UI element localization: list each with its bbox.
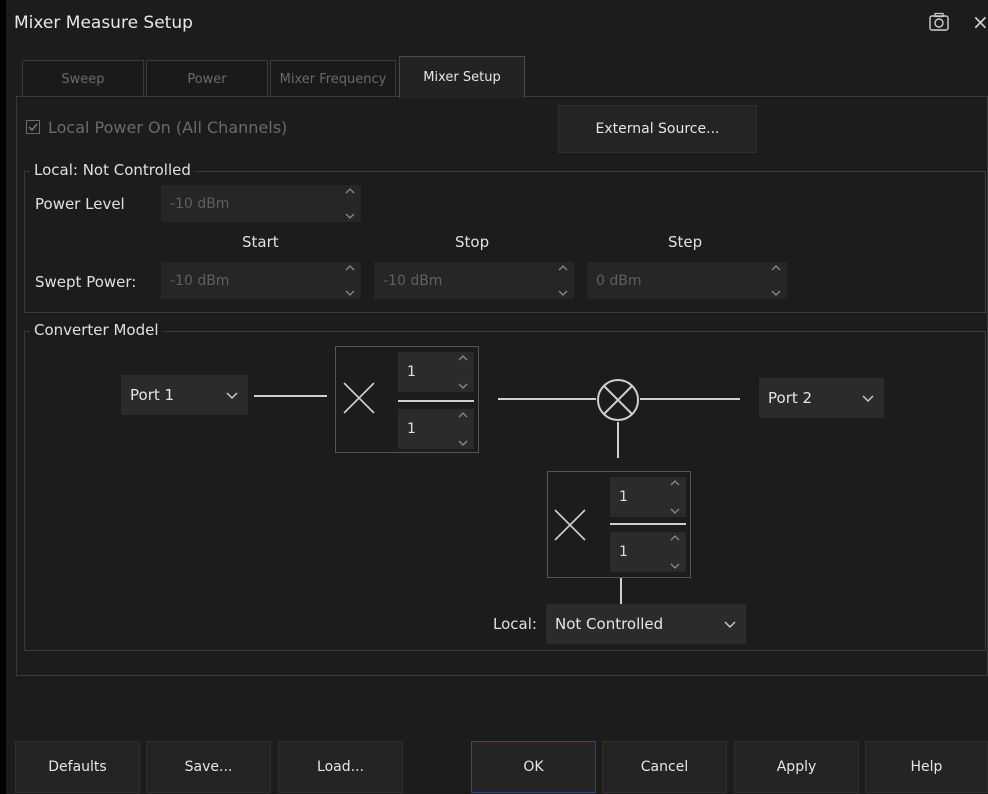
power-level-label: Power Level xyxy=(35,195,125,213)
column-step-label: Step xyxy=(668,233,703,251)
swept-stop-stepper[interactable] xyxy=(556,264,570,297)
column-start-label: Start xyxy=(242,233,279,251)
camera-icon[interactable] xyxy=(928,12,950,32)
local-denominator-value: 1 xyxy=(619,544,628,560)
input-denominator-value: 1 xyxy=(407,421,416,437)
chevron-down-icon xyxy=(862,395,874,402)
swept-stop-input[interactable]: -10 dBm xyxy=(374,262,574,299)
input-port-dropdown[interactable]: Port 1 xyxy=(121,375,248,415)
tab-power[interactable]: Power xyxy=(146,60,268,97)
swept-stop-value: -10 dBm xyxy=(383,272,443,289)
swept-start-value: -10 dBm xyxy=(170,272,230,289)
converter-group-title: Converter Model xyxy=(30,321,163,339)
local-value: Not Controlled xyxy=(555,615,664,633)
swept-step-input[interactable]: 0 dBm xyxy=(587,262,787,299)
local-label: Local: xyxy=(493,615,537,633)
input-multiplier-numerator[interactable]: 1 xyxy=(398,352,474,392)
fraction-bar xyxy=(398,400,474,402)
input-numerator-stepper[interactable] xyxy=(456,354,470,390)
local-numerator-value: 1 xyxy=(619,489,628,505)
local-power-checkbox[interactable] xyxy=(26,120,40,134)
output-port-value: Port 2 xyxy=(768,389,813,407)
local-multiplier-numerator[interactable]: 1 xyxy=(610,477,686,517)
swept-start-input[interactable]: -10 dBm xyxy=(161,262,361,299)
defaults-button[interactable]: Defaults xyxy=(15,741,140,793)
power-level-value: -10 dBm xyxy=(170,195,230,212)
tab-mixer-setup[interactable]: Mixer Setup xyxy=(399,56,525,98)
external-source-button[interactable]: External Source... xyxy=(558,105,757,153)
close-icon[interactable]: × xyxy=(972,10,988,32)
local-multiplier-denominator[interactable]: 1 xyxy=(610,532,686,572)
multiply-icon xyxy=(553,508,587,542)
local-denominator-stepper[interactable] xyxy=(668,534,682,570)
save-button[interactable]: Save... xyxy=(146,741,271,793)
local-line xyxy=(620,578,622,604)
column-stop-label: Stop xyxy=(455,233,490,251)
swept-start-stepper[interactable] xyxy=(343,264,357,297)
tab-sweep[interactable]: Sweep xyxy=(22,60,144,97)
swept-power-label: Swept Power: xyxy=(35,273,137,291)
local-line xyxy=(617,422,619,458)
chevron-down-icon xyxy=(226,392,238,399)
swept-step-stepper[interactable] xyxy=(769,264,783,297)
output-port-dropdown[interactable]: Port 2 xyxy=(759,378,884,418)
tab-mixer-frequency[interactable]: Mixer Frequency xyxy=(270,60,396,97)
local-dropdown[interactable]: Not Controlled xyxy=(546,604,746,644)
local-group-title: Local: Not Controlled xyxy=(30,161,195,179)
load-button[interactable]: Load... xyxy=(278,741,403,793)
ok-button[interactable]: OK xyxy=(471,741,596,793)
power-level-input[interactable]: -10 dBm xyxy=(161,185,361,222)
help-button[interactable]: Help xyxy=(865,741,988,793)
input-multiplier-denominator[interactable]: 1 xyxy=(398,409,474,449)
fraction-bar xyxy=(610,523,686,525)
signal-line xyxy=(640,398,740,400)
input-denominator-stepper[interactable] xyxy=(456,411,470,447)
dialog-title: Mixer Measure Setup xyxy=(14,13,193,33)
multiply-icon xyxy=(342,381,376,415)
chevron-down-icon xyxy=(724,621,736,628)
local-power-label: Local Power On (All Channels) xyxy=(48,118,288,137)
signal-line xyxy=(498,398,596,400)
cancel-button[interactable]: Cancel xyxy=(602,741,727,793)
swept-step-value: 0 dBm xyxy=(596,272,642,289)
input-port-value: Port 1 xyxy=(130,386,175,404)
apply-button[interactable]: Apply xyxy=(734,741,859,793)
signal-line xyxy=(254,395,327,397)
power-level-stepper[interactable] xyxy=(343,187,357,220)
mixer-icon xyxy=(596,378,640,422)
local-numerator-stepper[interactable] xyxy=(668,479,682,515)
input-numerator-value: 1 xyxy=(407,364,416,380)
